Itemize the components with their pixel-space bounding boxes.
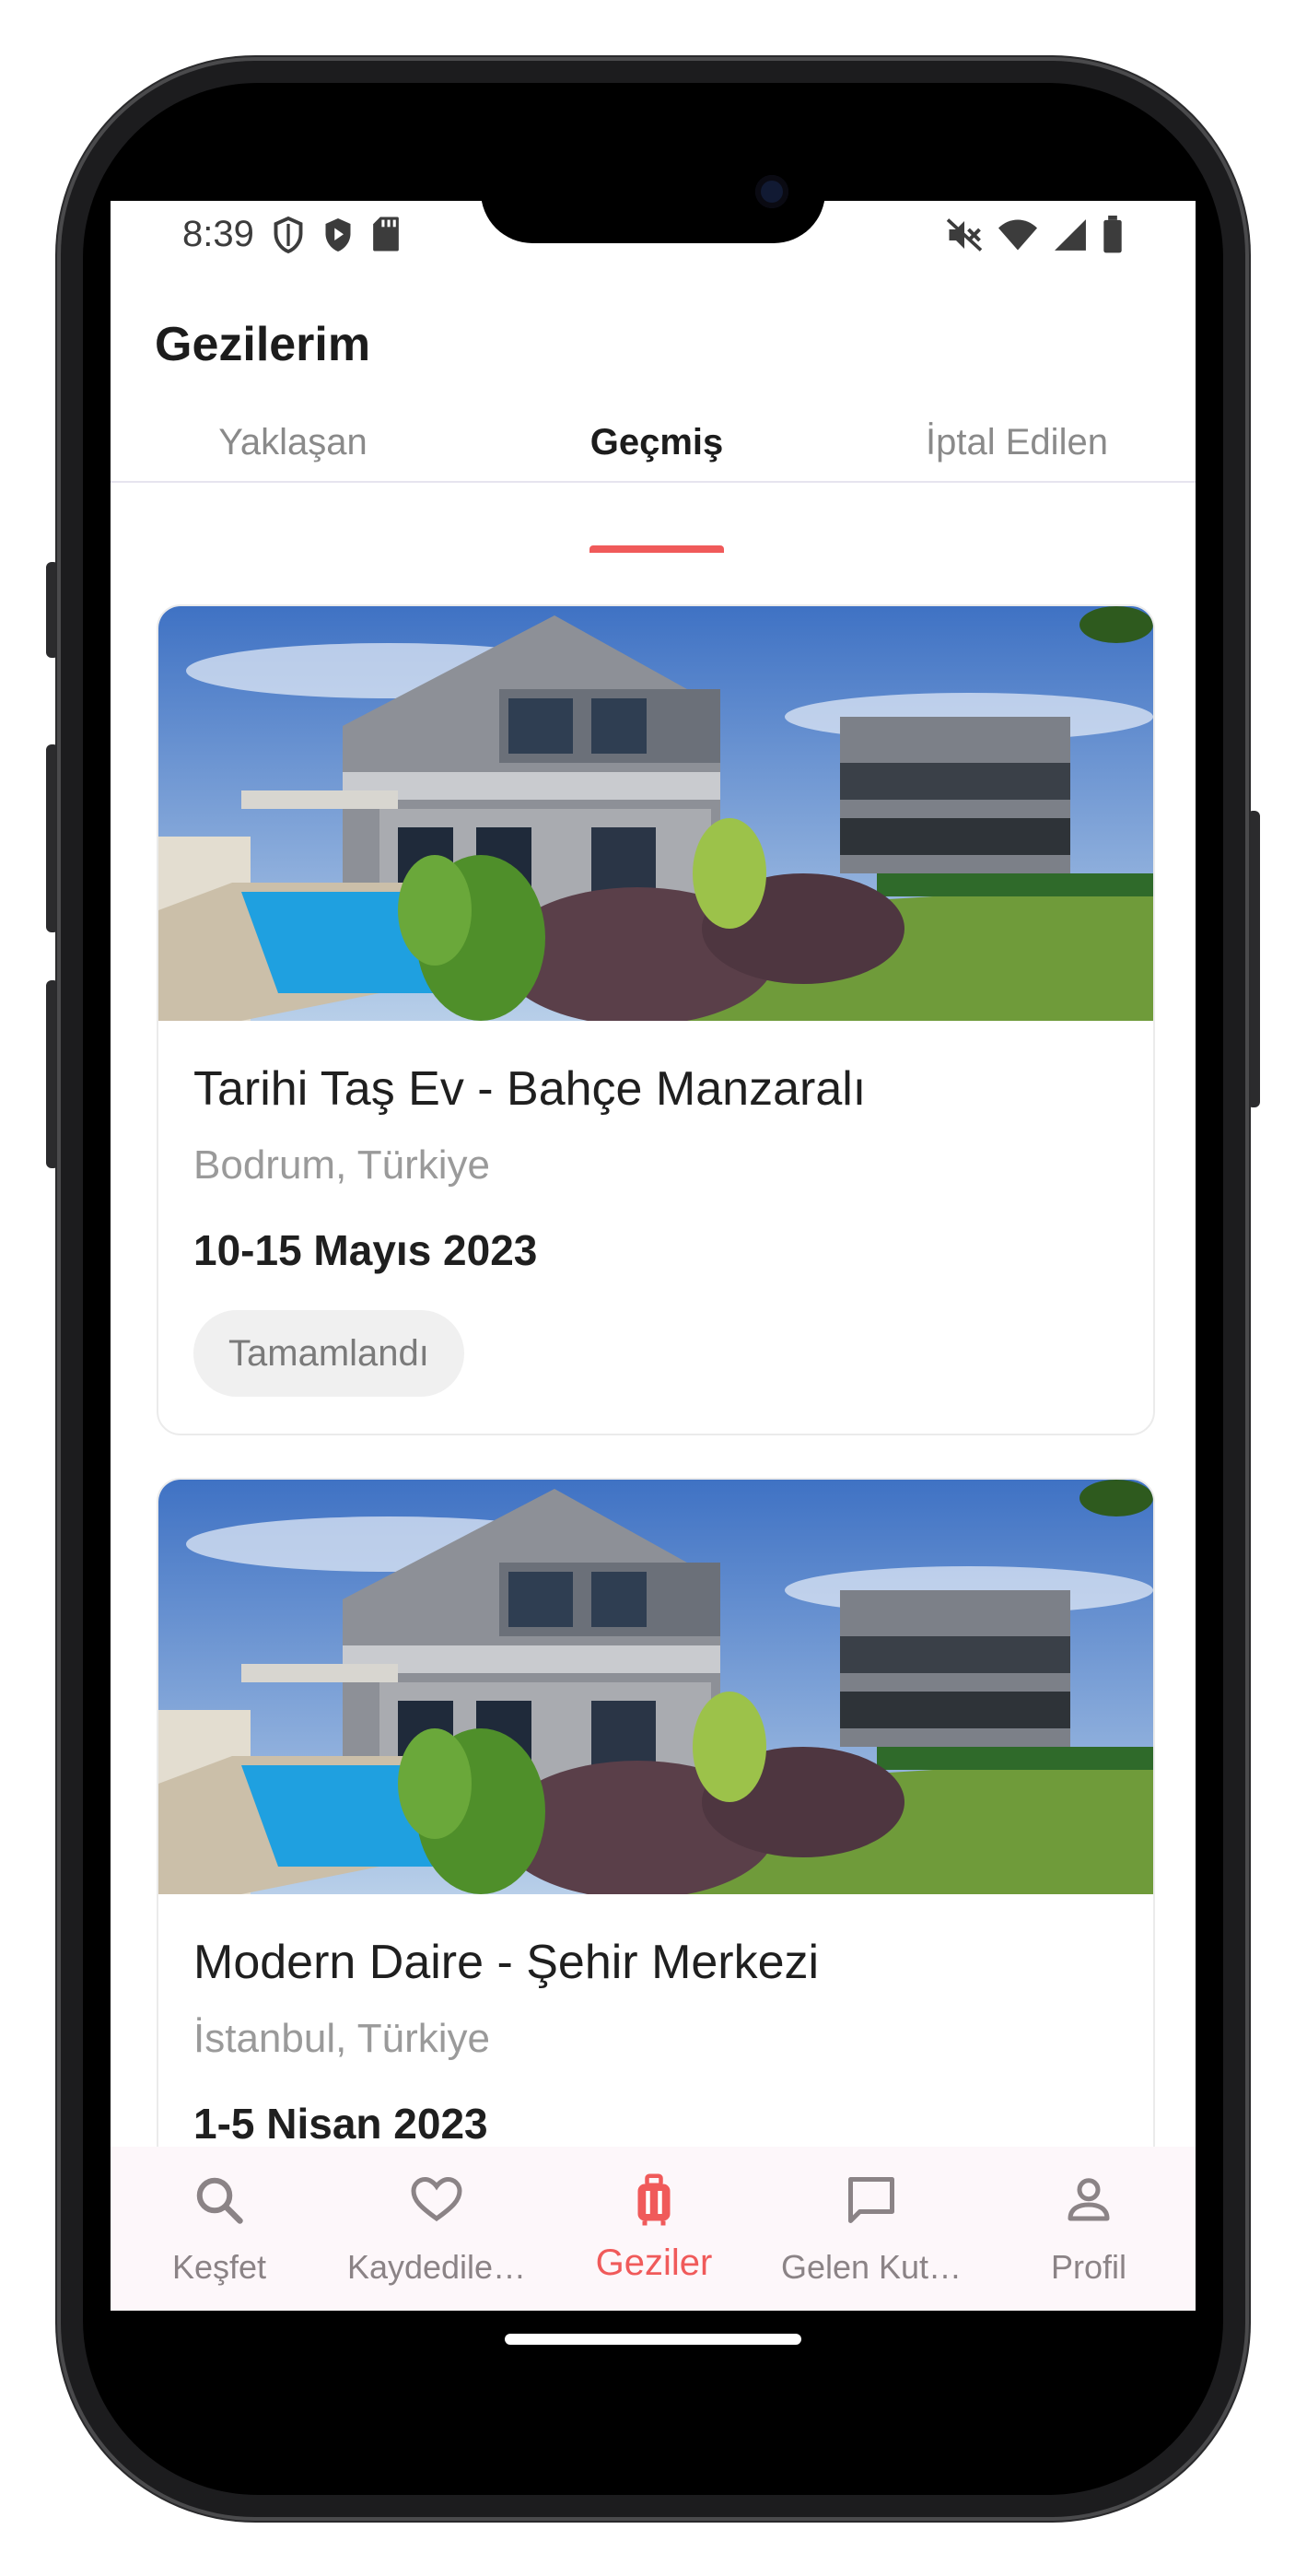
nav-label: Profil	[1050, 2248, 1127, 2286]
luggage-icon	[637, 2173, 671, 2226]
shield-play-icon	[325, 218, 351, 252]
nav-label: Geziler	[595, 2242, 713, 2283]
wifi-icon	[998, 219, 1037, 251]
active-tab-indicator	[589, 545, 724, 553]
nav-label: Gelen Kut…	[780, 2248, 963, 2286]
power-button	[1247, 811, 1260, 1107]
trip-location: Bodrum, Türkiye	[193, 1142, 490, 1188]
status-icons-right	[945, 216, 1124, 254]
trip-location: İstanbul, Türkiye	[193, 2016, 491, 2061]
nav-label: Keşfet	[171, 2248, 267, 2286]
tab-cancelled[interactable]: İptal Edilen	[838, 404, 1196, 481]
search-icon	[196, 2177, 243, 2224]
chat-icon	[848, 2177, 894, 2223]
nav-explore[interactable]: Keşfet	[111, 2147, 328, 2311]
nav-inbox[interactable]: Gelen Kut…	[763, 2147, 980, 2311]
trip-title: Tarihi Taş Ev - Bahçe Manzaralı	[193, 1062, 867, 1116]
mute-icon	[946, 218, 983, 252]
sd-card-icon	[373, 217, 399, 252]
person-icon	[1068, 2178, 1110, 2221]
front-camera	[755, 175, 788, 208]
tab-upcoming[interactable]: Yaklaşan	[111, 404, 475, 481]
status-badge: Tamamlandı	[193, 1310, 464, 1397]
home-indicator	[505, 2334, 801, 2345]
status-time: 8:39	[182, 214, 254, 254]
app-screen: 8:39 Gezilerim Yaklaşan Geçmiş İptal Edi…	[111, 201, 1196, 2311]
villa-photo	[158, 606, 1153, 1021]
trip-dates: 10-15 Mayıs 2023	[193, 1226, 538, 1274]
cell-signal-icon	[1055, 219, 1086, 251]
trip-dates: 1-5 Nisan 2023	[193, 2100, 488, 2148]
nav-label: Kaydedile…	[346, 2248, 527, 2286]
tab-past[interactable]: Geçmiş	[475, 404, 838, 481]
bottom-navigation: Keşfet Kaydedile… Geziler Gelen Kut… Pro…	[111, 2147, 1196, 2311]
battery-icon	[1103, 216, 1122, 253]
status-icons-left	[272, 216, 401, 254]
trip-tabs: Yaklaşan Geçmiş İptal Edilen	[111, 404, 1196, 483]
trip-card[interactable]: Tarihi Taş Ev - Bahçe Manzaralı Bodrum, …	[157, 604, 1155, 1435]
trip-title: Modern Daire - Şehir Merkezi	[193, 1936, 820, 1989]
dynamic-island	[481, 140, 825, 243]
shield-outline-icon	[274, 216, 303, 254]
nav-profile[interactable]: Profil	[980, 2147, 1196, 2311]
apartment-photo	[158, 1480, 1153, 1894]
nav-saved[interactable]: Kaydedile…	[328, 2147, 545, 2311]
page-title: Gezilerim	[155, 318, 371, 371]
nav-trips[interactable]: Geziler	[545, 2147, 763, 2311]
heart-icon	[411, 2176, 462, 2222]
